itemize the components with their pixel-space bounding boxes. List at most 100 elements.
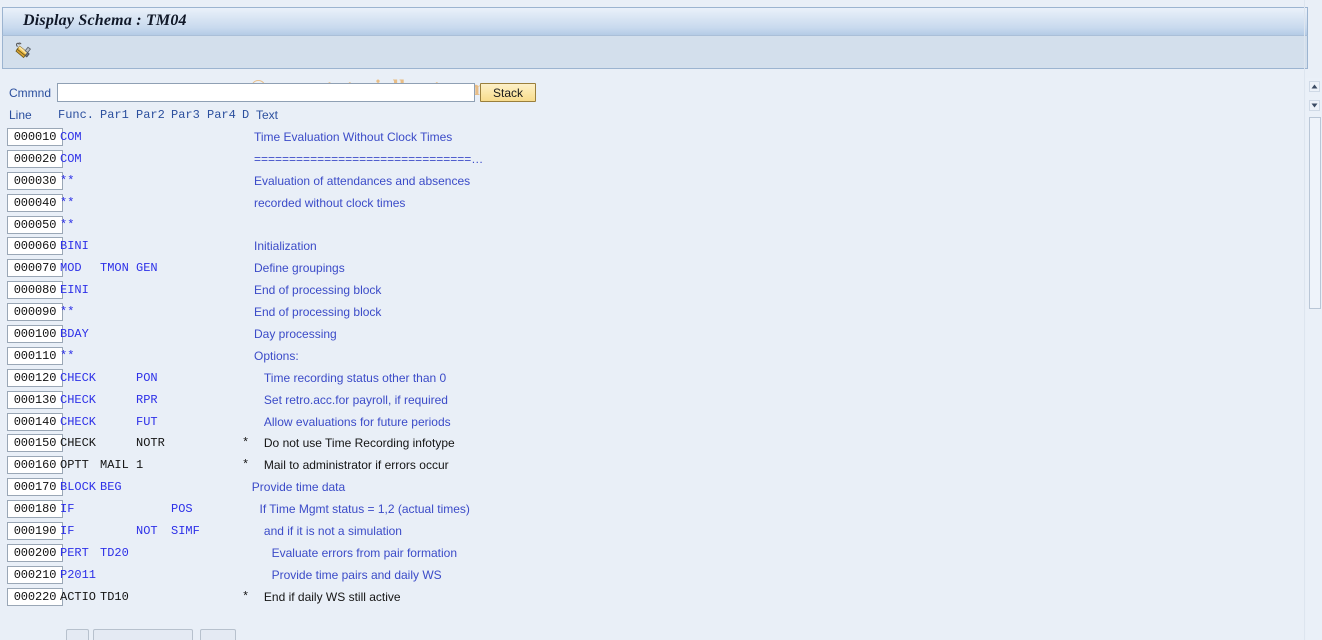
command-input[interactable] <box>57 83 475 102</box>
cell-par2[interactable]: RPR <box>136 392 158 409</box>
cell-par1[interactable]: BEG <box>100 479 122 496</box>
line-number-field[interactable]: 000080 <box>7 281 63 300</box>
cell-d[interactable]: * <box>242 435 249 452</box>
table-row[interactable]: 000090 ** End of processing block <box>0 303 1322 325</box>
line-number-field[interactable]: 000020 <box>7 149 63 168</box>
line-number-field[interactable]: 000130 <box>7 390 63 409</box>
table-row[interactable]: 000200 PERT TD20 Evaluate errors from pair … <box>0 543 1322 566</box>
line-number-field[interactable]: 000040 <box>7 193 63 212</box>
cell-func[interactable]: COM <box>60 151 82 168</box>
line-number-field[interactable]: 000110 <box>7 346 63 365</box>
table-row[interactable]: 000080 EINI End of processing block <box>0 281 1322 303</box>
line-number-field[interactable]: 000050 <box>7 215 63 234</box>
line-number-field[interactable]: 000210 <box>7 565 63 584</box>
line-number-field[interactable]: 000140 <box>7 412 63 431</box>
cell-text[interactable]: End of processing block <box>254 304 381 321</box>
cell-func[interactable]: MOD <box>60 260 82 277</box>
cell-text[interactable]: Day processing <box>254 326 337 343</box>
table-row[interactable]: 000110 ** Options: <box>0 346 1322 369</box>
cell-par3[interactable]: SIMF <box>171 523 200 540</box>
cell-text[interactable]: End of processing block <box>254 282 381 299</box>
cell-par1[interactable]: TMON <box>100 260 129 277</box>
cell-text[interactable]: ===============================… <box>254 151 483 168</box>
table-row[interactable]: 000120 CHECK PON Time recording status othe… <box>0 368 1322 391</box>
line-number-field[interactable]: 000120 <box>7 368 63 387</box>
cell-par1[interactable]: TD10 <box>100 589 129 606</box>
table-row[interactable]: 000020 COM ===============================… <box>0 149 1322 172</box>
cell-func[interactable]: P2011 <box>60 567 96 584</box>
cell-text[interactable]: Options: <box>254 348 299 365</box>
cell-d[interactable]: * <box>242 457 249 474</box>
scroll-thumb[interactable] <box>1309 117 1321 309</box>
cell-text[interactable]: If Time Mgmt status = 1,2 (actual times) <box>260 501 470 518</box>
cell-text[interactable]: Time Evaluation Without Clock Times <box>254 129 452 146</box>
cell-text[interactable]: Provide time pairs and daily WS <box>272 567 442 584</box>
cell-text[interactable]: Do not use Time Recording infotype <box>264 435 455 452</box>
cell-text[interactable]: and if it is not a simulation <box>264 523 402 540</box>
cell-par1[interactable]: TD20 <box>100 545 129 562</box>
line-number-field[interactable]: 000100 <box>7 325 63 344</box>
table-row[interactable]: 000060 BINI Initialization <box>0 237 1322 259</box>
table-row[interactable]: 000050 ** <box>0 215 1322 238</box>
stack-button[interactable]: Stack <box>480 83 536 102</box>
cell-par1[interactable]: MAIL <box>100 457 129 474</box>
cell-text[interactable]: Provide time data <box>252 479 345 496</box>
cell-text[interactable]: recorded without clock times <box>254 195 405 212</box>
line-number-field[interactable]: 000060 <box>7 237 63 256</box>
line-number-field[interactable]: 000160 <box>7 456 63 475</box>
cell-func[interactable]: BINI <box>60 238 89 255</box>
line-number-field[interactable]: 000190 <box>7 522 63 541</box>
cell-func[interactable]: COM <box>60 129 82 146</box>
cell-func[interactable]: ** <box>60 217 74 234</box>
cell-func[interactable]: CHECK <box>60 370 96 387</box>
cell-func[interactable]: IF <box>60 523 74 540</box>
line-number-field[interactable]: 000170 <box>7 478 63 497</box>
line-number-field[interactable]: 000030 <box>7 171 63 190</box>
cell-text[interactable]: Set retro.acc.for payroll, if required <box>264 392 448 409</box>
cell-func[interactable]: ACTIO <box>60 589 96 606</box>
vertical-scrollbar[interactable] <box>1306 78 1322 640</box>
cell-par3[interactable]: POS <box>171 501 193 518</box>
scroll-up-arrow-button[interactable] <box>1309 81 1320 92</box>
cell-text[interactable]: Initialization <box>254 238 317 255</box>
cell-func[interactable]: BDAY <box>60 326 89 343</box>
cell-func[interactable]: ** <box>60 195 74 212</box>
cell-text[interactable]: Evaluation of attendances and absences <box>254 173 470 190</box>
cell-par2[interactable]: FUT <box>136 414 158 431</box>
cell-func[interactable]: ** <box>60 173 74 190</box>
cell-par2[interactable]: 1 <box>136 457 143 474</box>
cell-d[interactable]: * <box>242 589 249 606</box>
line-number-field[interactable]: 000180 <box>7 500 63 519</box>
cell-func[interactable]: CHECK <box>60 414 96 431</box>
cell-func[interactable]: PERT <box>60 545 89 562</box>
cell-text[interactable]: Evaluate errors from pair formation <box>272 545 457 562</box>
line-number-field[interactable]: 000070 <box>7 259 63 278</box>
cell-func[interactable]: BLOCK <box>60 479 96 496</box>
cell-text[interactable]: Time recording status other than 0 <box>264 370 446 387</box>
cell-text[interactable]: Allow evaluations for future periods <box>264 414 451 431</box>
line-number-field[interactable]: 000010 <box>7 128 63 146</box>
bottom-button-3[interactable] <box>200 629 236 640</box>
cell-par2[interactable]: GEN <box>136 260 158 277</box>
cell-par2[interactable]: PON <box>136 370 158 387</box>
table-row[interactable]: 000180 IF POS If Time Mgmt status = 1,2 (ac… <box>0 500 1322 522</box>
table-row[interactable]: 000130 CHECK RPR Set retro.acc.for payroll,… <box>0 390 1322 413</box>
table-row[interactable]: 000100 BDAY Day processing <box>0 325 1322 347</box>
cell-text[interactable]: Mail to administrator if errors occur <box>264 457 449 474</box>
display-change-toggle-button[interactable] <box>9 39 39 66</box>
line-number-field[interactable]: 000220 <box>7 587 63 606</box>
table-row[interactable]: 000140 CHECK FUT Allow evaluations for futu… <box>0 412 1322 435</box>
line-number-field[interactable]: 000200 <box>7 543 63 562</box>
cell-func[interactable]: EINI <box>60 282 89 299</box>
table-row[interactable]: 000220 ACTIO TD10 * End if daily WS still ac… <box>0 587 1322 610</box>
table-row[interactable]: 000040 ** recorded without clock times <box>0 193 1322 216</box>
cell-func[interactable]: CHECK <box>60 392 96 409</box>
cell-func[interactable]: ** <box>60 304 74 321</box>
bottom-button-1[interactable] <box>66 629 89 640</box>
table-row[interactable]: 000170 BLOCK BEG Provide time data <box>0 478 1322 500</box>
table-row[interactable]: 000190 IF NOT SIMF and if it is not a simula… <box>0 522 1322 544</box>
cell-func[interactable]: OPTT <box>60 457 89 474</box>
cell-func[interactable]: CHECK <box>60 435 96 452</box>
cell-func[interactable]: IF <box>60 501 74 518</box>
table-row[interactable]: 000010 COM Time Evaluation Without Clock T… <box>0 128 1322 150</box>
